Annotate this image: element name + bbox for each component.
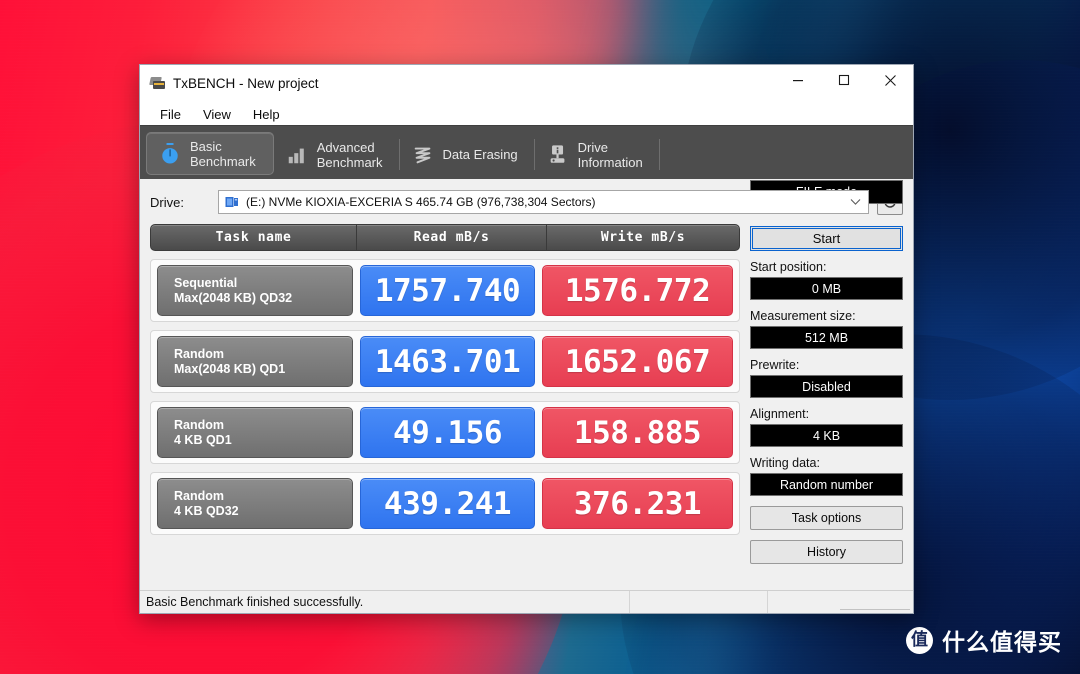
drive-label: Drive:	[150, 194, 184, 210]
watermark-text: 什么值得买	[942, 630, 1062, 656]
tab-drive-information-label: Drive Information	[578, 140, 643, 170]
tab-label-line1: Advanced	[316, 139, 375, 155]
close-button[interactable]	[867, 65, 913, 95]
header-write-speed: Write mB/s	[600, 230, 686, 245]
results-table: Task name Read mB/s Write mB/s Sequentia…	[150, 224, 740, 590]
write-value-cell: 1576.772	[542, 265, 733, 316]
task-line-2: Max(2048 KB) QD1	[174, 361, 286, 376]
close-icon	[884, 74, 896, 86]
drive-info-icon	[550, 144, 565, 163]
results-header-row: Task name Read mB/s Write mB/s	[150, 224, 740, 251]
watermark-badge-icon: 值	[906, 626, 933, 654]
title-bar: TxBENCH - New project	[140, 65, 913, 103]
tab-drive-information[interactable]: Drive Information	[535, 130, 660, 179]
task-line-1: Random	[174, 346, 224, 361]
drive-stack-icon	[149, 75, 166, 91]
table-row: Sequential Max(2048 KB) QD32 1757.740 15…	[150, 259, 740, 322]
minimize-button[interactable]	[775, 65, 821, 95]
task-line-1: Random	[174, 417, 224, 432]
minimize-icon	[793, 80, 803, 82]
tab-label-line1: Drive	[577, 139, 608, 155]
task-line-2: 4 KB QD32	[174, 503, 239, 518]
content-area: Drive: (E:) NVMe KIOXIA-EXCERIA S 465.74…	[140, 179, 913, 590]
write-value-cell: 1652.067	[542, 336, 733, 387]
table-row: Random Max(2048 KB) QD1 1463.701 1652.06…	[150, 330, 740, 393]
prewrite-label: Prewrite:	[750, 358, 800, 372]
task-line-2: 4 KB QD1	[174, 432, 232, 447]
task-line-2: Max(2048 KB) QD32	[174, 290, 293, 305]
tab-label-line2: Benchmark	[316, 154, 383, 170]
read-value-cell: 1463.701	[360, 336, 535, 387]
status-pane-secondary	[629, 591, 767, 613]
task-name-cell: Random 4 KB QD32	[157, 478, 353, 529]
tab-basic-benchmark[interactable]: Basic Benchmark	[146, 132, 274, 175]
drive-value: (E:) NVMe KIOXIA-EXCERIA S 465.74 GB (97…	[246, 195, 596, 209]
menu-bar: File View Help	[140, 103, 913, 125]
measurement-size-label: Measurement size:	[750, 309, 856, 323]
side-panel: FILE mode Start Start position: 0 MB Mea…	[750, 180, 903, 590]
watermark: 值 什么值得买	[906, 623, 1062, 657]
menu-help[interactable]: Help	[242, 105, 291, 124]
measurement-size-value[interactable]: 512 MB	[750, 326, 903, 349]
write-value-cell: 376.231	[542, 478, 733, 529]
task-line-1: Random	[174, 488, 224, 503]
stopwatch-icon	[162, 142, 178, 164]
drive-selector-row: Drive: (E:) NVMe KIOXIA-EXCERIA S 465.74…	[150, 189, 903, 215]
tab-label-line1: Basic	[190, 138, 222, 154]
shredder-icon	[414, 147, 430, 163]
chevron-down-icon	[850, 199, 861, 205]
alignment-value[interactable]: 4 KB	[750, 424, 903, 447]
table-row: Random 4 KB QD1 49.156 158.885	[150, 401, 740, 464]
bar-chart-icon	[288, 148, 304, 163]
tab-data-erasing-label: Data Erasing	[443, 147, 518, 162]
hard-disk-icon	[225, 196, 238, 207]
main-split: Task name Read mB/s Write mB/s Sequentia…	[150, 180, 903, 590]
read-value-cell: 1757.740	[360, 265, 535, 316]
tab-data-erasing[interactable]: Data Erasing	[400, 130, 535, 179]
menu-file[interactable]: File	[149, 105, 192, 124]
drive-dropdown[interactable]: (E:) NVMe KIOXIA-EXCERIA S 465.74 GB (97…	[218, 190, 869, 214]
history-button[interactable]: History	[750, 540, 903, 564]
status-pane-tertiary	[767, 591, 913, 613]
task-options-button[interactable]: Task options	[750, 506, 903, 530]
header-task-name: Task name	[151, 225, 357, 250]
start-position-value[interactable]: 0 MB	[750, 277, 903, 300]
tab-label-line1: Data Erasing	[442, 147, 518, 162]
tab-advanced-benchmark[interactable]: Advanced Benchmark	[274, 130, 400, 179]
prewrite-value[interactable]: Disabled	[750, 375, 903, 398]
task-name-cell: Random 4 KB QD1	[157, 407, 353, 458]
start-button[interactable]: Start	[750, 226, 903, 251]
maximize-icon	[838, 74, 850, 86]
tab-bar: Basic Benchmark Advanced Benchmark Data …	[140, 125, 913, 179]
task-line-1: Sequential	[174, 275, 238, 290]
menu-view[interactable]: View	[192, 105, 242, 124]
table-row: Random 4 KB QD32 439.241 376.231	[150, 472, 740, 535]
read-value-cell: 49.156	[360, 407, 535, 458]
write-value-cell: 158.885	[542, 407, 733, 458]
header-read-speed: Read mB/s	[357, 225, 547, 250]
title-bar-left: TxBENCH - New project	[140, 65, 319, 91]
tab-basic-benchmark-label: Basic Benchmark	[190, 139, 256, 169]
status-message: Basic Benchmark finished successfully.	[146, 595, 364, 609]
tab-label-line2: Information	[577, 154, 643, 170]
maximize-button[interactable]	[821, 65, 867, 95]
read-value-cell: 439.241	[360, 478, 535, 529]
status-bar: Basic Benchmark finished successfully.	[140, 590, 913, 613]
writing-data-label: Writing data:	[750, 456, 820, 470]
alignment-label: Alignment:	[750, 407, 810, 421]
task-name-cell: Sequential Max(2048 KB) QD32	[157, 265, 353, 316]
txbench-window: TxBENCH - New project File View Help Bas…	[139, 64, 914, 614]
tab-advanced-benchmark-label: Advanced Benchmark	[317, 140, 383, 170]
writing-data-value[interactable]: Random number	[750, 473, 903, 496]
start-position-label: Start position:	[750, 260, 827, 274]
window-controls	[775, 65, 913, 95]
window-title: TxBENCH - New project	[173, 75, 319, 91]
task-name-cell: Random Max(2048 KB) QD1	[157, 336, 353, 387]
tab-label-line2: Benchmark	[190, 153, 256, 169]
